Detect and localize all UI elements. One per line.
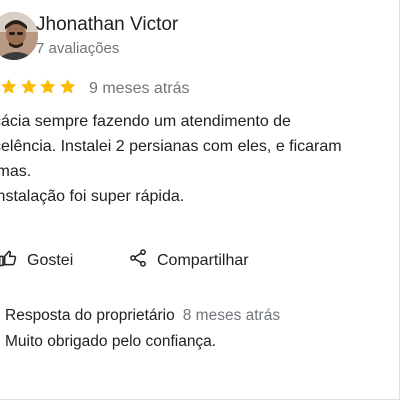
review-line: imas. [0,163,32,180]
star-icon [0,78,17,94]
review-text: cácia sempre fazendo um atendimento de c… [0,109,342,209]
avatar[interactable] [0,12,38,60]
review-card: Jhonathan Victor 7 avaliações 9 meses at… [0,0,400,400]
thumbs-up-icon [0,248,18,273]
owner-response-text: Muito obrigado pelo confiança. [5,333,217,350]
star-icon [59,78,76,94]
star-icon [20,78,37,94]
review-line: instalação foi super rápida. [0,188,185,205]
like-button[interactable]: Gostei [0,248,73,273]
share-button[interactable]: Compartilhar [128,248,249,273]
owner-response-time: 8 meses atrás [182,307,281,324]
share-label: Compartilhar [157,251,249,269]
profile-photo [0,12,38,60]
reviewer-name[interactable]: Jhonathan Victor [36,14,178,36]
owner-response-title: Resposta do proprietário [5,307,175,324]
reviewer-review-count: 7 avaliações [36,40,120,57]
star-rating [0,77,77,96]
like-label: Gostei [27,251,74,269]
star-icon [39,78,56,94]
owner-response-header: Resposta do proprietário 8 meses atrás [5,307,280,325]
review-line: cácia sempre fazendo um atendimento de [0,113,291,130]
review-line: celência. Instalei 2 persianas com eles,… [0,138,342,155]
review-time: 9 meses atrás [89,80,190,97]
share-icon [128,248,148,273]
